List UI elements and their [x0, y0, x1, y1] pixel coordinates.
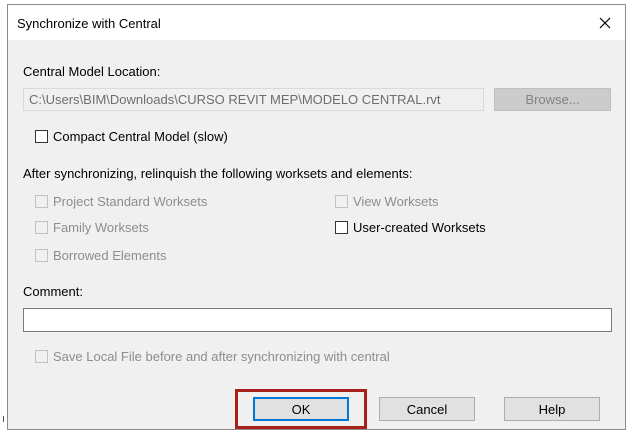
user-created-worksets-label: User-created Worksets: [353, 220, 486, 235]
close-icon: [599, 17, 611, 28]
ok-button[interactable]: OK: [253, 397, 349, 421]
checkbox-box[interactable]: [35, 249, 48, 262]
project-standard-worksets-checkbox[interactable]: Project Standard Worksets: [35, 194, 207, 209]
view-worksets-label: View Worksets: [353, 194, 439, 209]
user-created-worksets-checkbox[interactable]: User-created Worksets: [335, 220, 486, 235]
title-bar: Synchronize with Central: [8, 5, 625, 40]
comment-label: Comment:: [23, 284, 83, 299]
help-button[interactable]: Help: [504, 397, 600, 421]
view-worksets-checkbox[interactable]: View Worksets: [335, 194, 439, 209]
dialog-title: Synchronize with Central: [17, 16, 161, 31]
family-worksets-checkbox[interactable]: Family Worksets: [35, 220, 149, 235]
borrowed-elements-checkbox[interactable]: Borrowed Elements: [35, 248, 166, 263]
relinquish-heading: After synchronizing, relinquish the foll…: [23, 166, 413, 181]
synchronize-dialog: Synchronize with Central Central Model L…: [7, 4, 626, 430]
save-local-file-label: Save Local File before and after synchro…: [53, 349, 390, 364]
checkbox-box[interactable]: [335, 221, 348, 234]
central-model-location-label: Central Model Location:: [23, 64, 161, 79]
comment-input[interactable]: [23, 308, 612, 332]
cancel-button[interactable]: Cancel: [379, 397, 475, 421]
family-worksets-label: Family Worksets: [53, 220, 149, 235]
save-local-file-checkbox[interactable]: Save Local File before and after synchro…: [35, 349, 390, 364]
checkbox-box[interactable]: [335, 195, 348, 208]
checkbox-box[interactable]: [35, 195, 48, 208]
project-standard-worksets-label: Project Standard Worksets: [53, 194, 208, 209]
compact-central-model-label: Compact Central Model (slow): [53, 129, 228, 144]
compact-central-model-checkbox[interactable]: Compact Central Model (slow): [35, 129, 228, 144]
edge-tick-mark: [3, 416, 4, 422]
central-model-path-field[interactable]: C:\Users\BIM\Downloads\CURSO REVIT MEP\M…: [23, 88, 484, 111]
browse-button[interactable]: Browse...: [494, 88, 611, 111]
close-button[interactable]: [585, 5, 625, 40]
checkbox-box[interactable]: [35, 221, 48, 234]
checkbox-box[interactable]: [35, 350, 48, 363]
checkbox-box[interactable]: [35, 130, 48, 143]
borrowed-elements-label: Borrowed Elements: [53, 248, 167, 263]
